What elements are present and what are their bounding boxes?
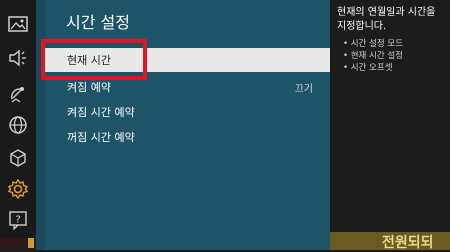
picture-icon[interactable]: [6, 12, 30, 36]
menu-item-label: 꺼짐 시간 예약: [67, 131, 135, 144]
apps-icon[interactable]: [6, 146, 30, 170]
menu-item-value: 끄기: [294, 83, 313, 95]
menu-item-off-time-schedule[interactable]: 꺼짐 시간 예약: [45, 125, 330, 149]
help-bullet-list: 시간 설정 모드 현재 시간 설정 시간 오프셋: [343, 38, 443, 74]
red-highlight-box: [41, 39, 147, 80]
settings-sidebar: ?: [0, 0, 36, 250]
panel-divider: [36, 0, 45, 250]
menu-item-label: 켜짐 시간 예약: [67, 106, 135, 119]
sidebar-bottom-accent: [28, 238, 34, 248]
help-bullet: 시간 오프셋: [343, 62, 443, 74]
help-bullet: 현재 시간 설정: [343, 50, 443, 62]
help-bullet: 시간 설정 모드: [343, 38, 443, 50]
support-icon[interactable]: ?: [6, 208, 30, 232]
page-title: 시간 설정: [66, 13, 130, 32]
menu-item-label: 켜짐 예약: [67, 81, 111, 94]
network-icon[interactable]: [6, 113, 30, 137]
menu-item-on-time-schedule[interactable]: 켜짐 시간 예약: [45, 100, 330, 124]
sound-icon[interactable]: [6, 46, 30, 70]
svg-text:?: ?: [15, 215, 20, 226]
gear-icon[interactable]: [6, 177, 30, 201]
help-description: 현재의 연월일과 시간을 지정합니다.: [337, 7, 436, 32]
bottom-banner-text: 전원되되: [382, 235, 434, 251]
broadcast-icon[interactable]: [6, 82, 30, 106]
